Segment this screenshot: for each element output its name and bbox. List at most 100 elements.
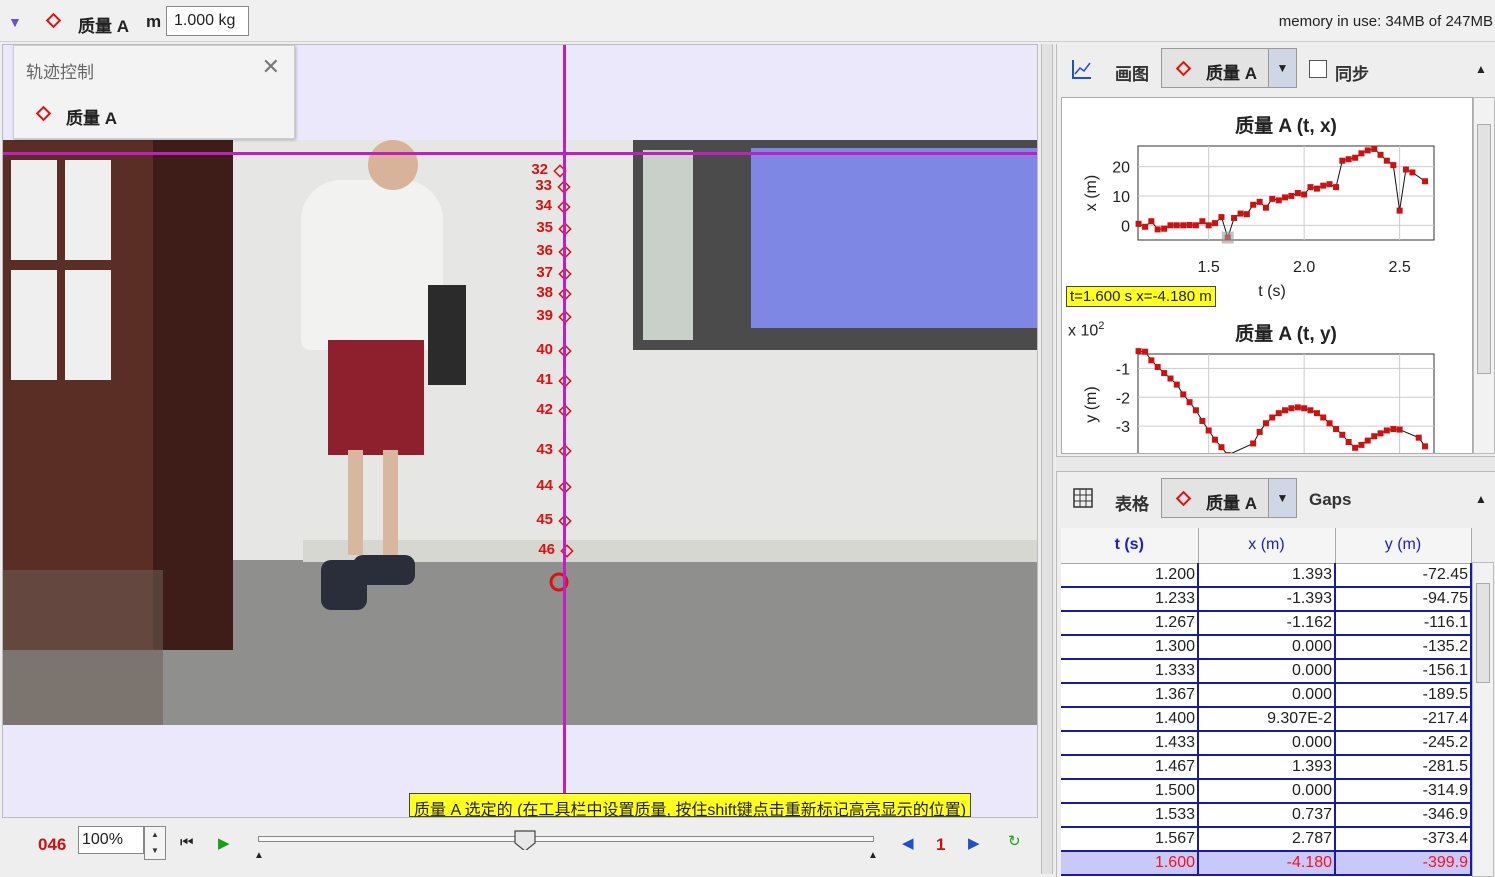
table-row[interactable]: 1.200 1.393 -72.45 bbox=[1061, 563, 1472, 588]
playback-slider[interactable] bbox=[258, 836, 874, 842]
table-cell[interactable]: -1.162 bbox=[1198, 611, 1336, 636]
table-cell[interactable]: 1.393 bbox=[1198, 755, 1336, 780]
track-item-mass-a[interactable]: 质量 A bbox=[66, 104, 117, 129]
table-cell[interactable]: 0.000 bbox=[1198, 779, 1336, 804]
plot-scrollbar[interactable] bbox=[1473, 97, 1495, 454]
table-row[interactable]: 1.333 0.000 -156.1 bbox=[1061, 659, 1472, 684]
table-cell[interactable]: 1.267 bbox=[1061, 611, 1199, 636]
table-row[interactable]: 1.300 0.000 -135.2 bbox=[1061, 635, 1472, 660]
table-cell[interactable]: 1.300 bbox=[1061, 635, 1199, 660]
table-cell[interactable]: -189.5 bbox=[1335, 683, 1472, 708]
table-row[interactable]: 1.600 -4.180 -399.9 bbox=[1061, 851, 1472, 876]
data-point bbox=[1339, 431, 1346, 438]
table-cell[interactable]: 1.500 bbox=[1061, 779, 1199, 804]
table-row[interactable]: 1.433 0.000 -245.2 bbox=[1061, 731, 1472, 756]
table-cell[interactable]: -135.2 bbox=[1335, 635, 1472, 660]
start-marker-icon[interactable]: ▲ bbox=[254, 850, 264, 861]
column-header-t[interactable]: t (s) bbox=[1061, 528, 1199, 564]
collapse-icon[interactable]: ▲ bbox=[1475, 492, 1487, 506]
table-cell[interactable]: 1.600 bbox=[1061, 851, 1199, 876]
table-cell[interactable]: 0.000 bbox=[1198, 731, 1336, 756]
track-markers[interactable]: 3233 34 35 36 37 38 39 40 41 42 43 44 45 46 bbox=[3, 140, 1038, 725]
zoom-input[interactable]: 100% bbox=[78, 826, 144, 854]
gaps-button[interactable]: Gaps bbox=[1309, 490, 1352, 510]
table-cell[interactable]: 1.233 bbox=[1061, 587, 1199, 612]
table-cell[interactable]: -4.180 bbox=[1198, 851, 1336, 876]
table-cell[interactable]: -346.9 bbox=[1335, 803, 1472, 828]
table-cell[interactable]: -1.393 bbox=[1198, 587, 1336, 612]
track-marker-label: 43 bbox=[536, 441, 553, 458]
video-frame[interactable]: 32 33 34 35 36 37 38 39 40 41 42 43 44 45 46 bbox=[3, 140, 1038, 725]
video-panel[interactable]: 32 33 34 35 36 37 38 39 40 41 42 43 44 45 46 轨迹控制 ✕ 质量… bbox=[2, 44, 1038, 818]
data-point bbox=[1364, 147, 1371, 154]
table-cell[interactable]: 9.307E-2 bbox=[1198, 707, 1336, 732]
table-row[interactable]: 1.567 2.787 -373.4 bbox=[1061, 827, 1472, 852]
table-cell[interactable]: 1.367 bbox=[1061, 683, 1199, 708]
table-row[interactable]: 1.400 9.307E-2 -217.4 bbox=[1061, 707, 1472, 732]
table-cell[interactable]: 1.533 bbox=[1061, 803, 1199, 828]
plot-track-select[interactable]: 质量 A ▼ bbox=[1161, 48, 1297, 88]
table-cell[interactable]: -245.2 bbox=[1335, 731, 1472, 756]
step-forward-icon[interactable]: ▶ bbox=[968, 834, 980, 852]
table-cell[interactable]: -72.45 bbox=[1335, 563, 1472, 588]
table-row[interactable]: 1.367 0.000 -189.5 bbox=[1061, 683, 1472, 708]
table-cell[interactable]: -156.1 bbox=[1335, 659, 1472, 684]
y-tick-label: -1 bbox=[1116, 361, 1130, 378]
table-cell[interactable]: -116.1 bbox=[1335, 611, 1472, 636]
table-row[interactable]: 1.267 -1.162 -116.1 bbox=[1061, 611, 1472, 636]
table-row[interactable]: 1.233 -1.393 -94.75 bbox=[1061, 587, 1472, 612]
table-cell[interactable]: 0.000 bbox=[1198, 635, 1336, 660]
table-row[interactable]: 1.533 0.737 -346.9 bbox=[1061, 803, 1472, 828]
close-icon[interactable]: ✕ bbox=[262, 54, 280, 80]
table-cell[interactable]: 1.393 bbox=[1198, 563, 1336, 588]
sync-checkbox[interactable] bbox=[1309, 60, 1327, 78]
table-scrollbar[interactable] bbox=[1472, 562, 1494, 877]
data-table[interactable]: t (s) x (m) y (m) 1.200 1.393 -72.45 1.233-… bbox=[1061, 528, 1472, 877]
table-cell[interactable]: -373.4 bbox=[1335, 827, 1472, 852]
table-cell[interactable]: 0.000 bbox=[1198, 683, 1336, 708]
table-cell[interactable]: 0.737 bbox=[1198, 803, 1336, 828]
table-track-select[interactable]: 质量 A ▼ bbox=[1161, 478, 1297, 518]
data-point bbox=[1390, 426, 1397, 433]
table-cell[interactable]: 1.467 bbox=[1061, 755, 1199, 780]
table-cell[interactable]: 1.567 bbox=[1061, 827, 1199, 852]
table-cell[interactable]: 1.200 bbox=[1061, 563, 1199, 588]
zoom-spinner[interactable]: ▲ ▼ bbox=[144, 826, 166, 860]
panel-divider[interactable] bbox=[1056, 456, 1495, 472]
table-cell[interactable]: -399.9 bbox=[1335, 851, 1472, 876]
table-cell[interactable]: 1.433 bbox=[1061, 731, 1199, 756]
table-cell[interactable]: 2.787 bbox=[1198, 827, 1336, 852]
table-cell[interactable]: 1.333 bbox=[1061, 659, 1199, 684]
column-header-y[interactable]: y (m) bbox=[1335, 528, 1472, 564]
scroll-thumb[interactable] bbox=[1476, 583, 1490, 683]
table-cell[interactable]: 0.000 bbox=[1198, 659, 1336, 684]
mass-input[interactable]: 1.000 kg bbox=[166, 6, 249, 36]
chevron-down-icon[interactable]: ▼ bbox=[1268, 479, 1296, 517]
table-cell[interactable]: 1.400 bbox=[1061, 707, 1199, 732]
scroll-thumb[interactable] bbox=[1477, 124, 1491, 374]
column-header-x[interactable]: x (m) bbox=[1198, 528, 1336, 564]
loop-icon[interactable]: ↻ bbox=[1008, 832, 1021, 850]
step-size[interactable]: 1 bbox=[936, 835, 945, 855]
rewind-icon[interactable]: ⏮ bbox=[180, 834, 194, 851]
frame-number[interactable]: 046 bbox=[38, 835, 66, 855]
table-row[interactable]: 1.500 0.000 -314.9 bbox=[1061, 779, 1472, 804]
end-marker-icon[interactable]: ▲ bbox=[868, 850, 878, 861]
charts[interactable]: 质量 A (t, x) 0 10 20 1.5 2.0 2.5 t (s) x (m) 质量 A … bbox=[1062, 98, 1473, 454]
plot-area[interactable]: 质量 A (t, x) 0 10 20 1.5 2.0 2.5 t (s) x (m) 质量 A … bbox=[1061, 97, 1473, 454]
table-cell[interactable]: -314.9 bbox=[1335, 779, 1472, 804]
splitter-bar[interactable] bbox=[1041, 44, 1053, 874]
slider-thumb[interactable] bbox=[514, 830, 536, 850]
chevron-down-icon[interactable]: ▼ bbox=[1268, 49, 1296, 87]
play-icon[interactable]: ▶ bbox=[218, 834, 230, 852]
table-cell[interactable]: -94.75 bbox=[1335, 587, 1472, 612]
crosshair-vertical[interactable] bbox=[563, 45, 566, 817]
table-panel: 表格 质量 A ▼ Gaps ▲ t (s) x (m) y (m) 1.200… bbox=[1056, 472, 1495, 877]
table-cell[interactable]: -217.4 bbox=[1335, 707, 1472, 732]
mass-name-label[interactable]: 质量 A bbox=[78, 12, 129, 37]
collapse-icon[interactable]: ▲ bbox=[1475, 62, 1487, 76]
table-cell[interactable]: -281.5 bbox=[1335, 755, 1472, 780]
menu-triangle-icon[interactable]: ▼ bbox=[8, 14, 22, 30]
step-back-icon[interactable]: ◀ bbox=[902, 834, 914, 852]
table-row[interactable]: 1.467 1.393 -281.5 bbox=[1061, 755, 1472, 780]
